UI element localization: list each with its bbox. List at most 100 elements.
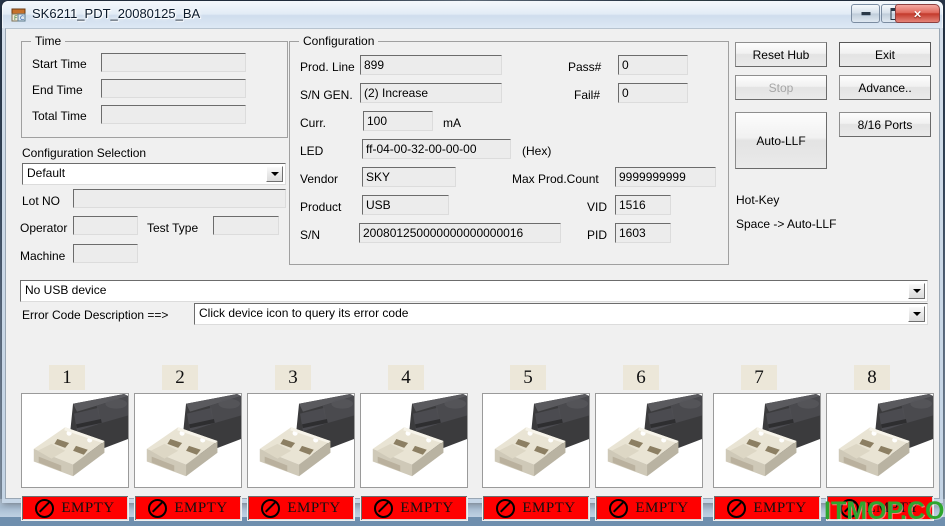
configuration-selection-value: Default: [27, 166, 66, 180]
current-label: Curr.: [300, 116, 327, 130]
error-code-description-label: Error Code Description ==>: [22, 308, 169, 322]
error-code-combo[interactable]: Click device icon to query its error cod…: [194, 303, 928, 325]
auto-llf-button[interactable]: Auto-LLF: [735, 112, 827, 169]
usb-flash-drive-icon[interactable]: [21, 393, 129, 488]
device-port-number: 4: [388, 365, 424, 390]
vendor-label: Vendor: [300, 172, 339, 186]
advance-button[interactable]: Advance..: [839, 75, 931, 100]
error-code-combo-value: Click device icon to query its error cod…: [199, 306, 409, 320]
no-entry-icon: [35, 498, 55, 518]
vid-label: VID: [587, 200, 608, 214]
configuration-selection-label: Configuration Selection: [22, 146, 147, 160]
test-type-label: Test Type: [147, 221, 199, 235]
chevron-down-icon-device[interactable]: [908, 283, 925, 299]
operator-field[interactable]: [73, 216, 138, 235]
device-status-text: EMPTY: [287, 499, 341, 516]
current-unit-label: mA: [443, 116, 461, 130]
chevron-down-icon-error[interactable]: [908, 306, 925, 322]
usb-flash-drive-icon[interactable]: [713, 393, 821, 488]
led-field[interactable]: ff-04-00-32-00-00-00: [362, 139, 511, 159]
led-label: LED: [300, 144, 324, 158]
device-status-badge[interactable]: EMPTY: [713, 495, 821, 521]
max-prod-count-field[interactable]: 9999999999: [615, 167, 716, 187]
no-entry-icon: [374, 498, 394, 518]
device-port-number: 2: [162, 365, 198, 390]
time-group-legend: Time: [31, 34, 66, 48]
svg-text:F: F: [14, 15, 18, 22]
usb-flash-drive-icon[interactable]: [360, 393, 468, 488]
sn-field[interactable]: 200801250000000000000016: [359, 223, 561, 243]
vid-field[interactable]: 1516: [615, 195, 671, 215]
no-entry-icon: [496, 498, 516, 518]
close-icon: ×: [913, 6, 922, 21]
end-time-field[interactable]: [101, 79, 246, 98]
current-field[interactable]: 100: [363, 111, 433, 131]
prod-line-label: Prod. Line: [300, 60, 355, 74]
max-prod-count-label: Max Prod.Count: [512, 172, 599, 186]
usb-flash-drive-icon[interactable]: [595, 393, 703, 488]
device-port-number: 1: [49, 365, 85, 390]
svg-text:C: C: [20, 15, 24, 22]
site-watermark: ITMOP.COM: [824, 497, 945, 525]
app-blocks-icon: F C: [10, 7, 27, 24]
start-time-label: Start Time: [32, 57, 87, 71]
ports-toggle-button[interactable]: 8/16 Ports: [839, 112, 931, 137]
device-status-badge[interactable]: EMPTY: [595, 495, 703, 521]
pid-field[interactable]: 1603: [615, 223, 671, 243]
fail-count-field[interactable]: 0: [618, 83, 688, 103]
device-status-badge[interactable]: EMPTY: [247, 495, 355, 521]
machine-field[interactable]: [73, 244, 138, 263]
product-field[interactable]: USB: [362, 195, 449, 215]
device-status-text: EMPTY: [400, 499, 454, 516]
vendor-field[interactable]: SKY: [362, 167, 456, 187]
start-time-field[interactable]: [101, 53, 246, 72]
test-type-field[interactable]: [213, 216, 279, 235]
no-entry-icon: [727, 498, 747, 518]
usb-flash-drive-icon[interactable]: [826, 393, 934, 488]
application-window: F C SK6211_PDT_20080125_BA × Time Start …: [2, 1, 945, 525]
fail-count-label: Fail#: [574, 88, 601, 102]
device-status-text: EMPTY: [522, 499, 576, 516]
exit-button[interactable]: Exit: [839, 42, 931, 67]
device-status-text: EMPTY: [61, 499, 115, 516]
device-port-number: 3: [275, 365, 311, 390]
device-status-badge[interactable]: EMPTY: [482, 495, 590, 521]
operator-label: Operator: [20, 221, 68, 235]
usb-flash-drive-icon[interactable]: [247, 393, 355, 488]
configuration-selection-combo[interactable]: Default: [22, 163, 286, 185]
title-bar[interactable]: F C SK6211_PDT_20080125_BA ×: [2, 1, 943, 28]
no-entry-icon: [261, 498, 281, 518]
stop-button[interactable]: Stop: [735, 75, 827, 100]
client-area: Time Start Time End Time Total Time Conf…: [5, 28, 945, 525]
prod-line-field[interactable]: 899: [360, 55, 502, 75]
usb-device-combo[interactable]: No USB device: [20, 280, 928, 302]
close-button[interactable]: ×: [895, 4, 940, 23]
usb-flash-drive-icon[interactable]: [482, 393, 590, 488]
device-status-text: EMPTY: [635, 499, 689, 516]
usb-flash-drive-icon[interactable]: [134, 393, 242, 488]
no-entry-icon: [148, 498, 168, 518]
sn-label: S/N: [300, 228, 321, 242]
window-title: SK6211_PDT_20080125_BA: [32, 6, 201, 21]
device-status-badge[interactable]: EMPTY: [21, 495, 129, 521]
lot-no-field[interactable]: [73, 189, 286, 208]
pass-count-field[interactable]: 0: [618, 55, 688, 75]
end-time-label: End Time: [32, 83, 83, 97]
minimize-icon: [861, 11, 870, 16]
chevron-down-icon[interactable]: [266, 166, 283, 182]
reset-hub-button[interactable]: Reset Hub: [735, 42, 827, 67]
device-port-number: 5: [510, 365, 546, 390]
pass-count-label: Pass#: [568, 60, 602, 74]
sn-gen-field[interactable]: (2) Increase: [360, 83, 502, 103]
device-status-badge[interactable]: EMPTY: [360, 495, 468, 521]
minimize-button[interactable]: [851, 4, 880, 23]
total-time-field[interactable]: [101, 105, 246, 124]
device-status-badge[interactable]: EMPTY: [134, 495, 242, 521]
pid-label: PID: [587, 228, 608, 242]
hotkey-title: Hot-Key: [736, 193, 780, 207]
total-time-label: Total Time: [32, 109, 87, 123]
usb-device-combo-value: No USB device: [25, 283, 107, 297]
led-hex-hint: (Hex): [522, 144, 552, 158]
lot-no-label: Lot NO: [22, 194, 61, 208]
device-status-text: EMPTY: [753, 499, 807, 516]
